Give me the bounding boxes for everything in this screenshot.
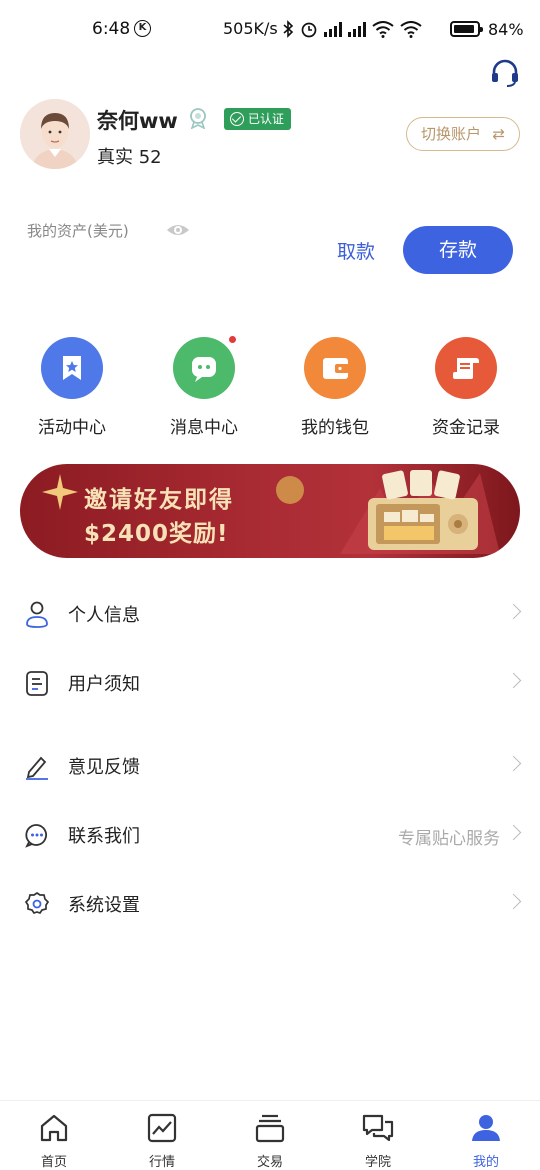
quick-fund-records[interactable]: 资金记录 xyxy=(406,337,526,438)
star-bookmark-icon xyxy=(41,337,103,399)
person-icon xyxy=(26,601,48,628)
quick-activity-center[interactable]: 活动中心 xyxy=(12,337,132,438)
bottom-tab-bar: 首页 行情 交易 学院 我的 xyxy=(0,1100,540,1170)
battery-icon xyxy=(450,21,483,37)
tab-label: 首页 xyxy=(40,1155,67,1170)
chevron-right-icon xyxy=(505,824,522,841)
user-icon xyxy=(472,1115,500,1141)
quick-message-center[interactable]: 消息中心 xyxy=(144,334,264,438)
network-speed: 505K/s xyxy=(223,19,278,38)
assets-label: 我的资产(美元) xyxy=(27,222,129,240)
status-time: 6:48 xyxy=(92,19,131,39)
menu-label: 意见反馈 xyxy=(68,757,140,778)
invite-banner[interactable]: 邀请好友即得 $2400奖励! xyxy=(20,464,520,558)
menu-user-notice[interactable]: 用户须知 xyxy=(0,653,540,713)
withdraw-button[interactable]: 取款 xyxy=(326,237,386,264)
wifi-icon xyxy=(400,20,422,38)
menu-feedback[interactable]: 意见反馈 xyxy=(0,736,540,796)
headset-icon[interactable] xyxy=(489,58,521,90)
gear-icon xyxy=(24,891,50,915)
tab-label: 我的 xyxy=(472,1155,499,1170)
home-icon xyxy=(40,1114,68,1142)
menu-personal-info[interactable]: 个人信息 xyxy=(0,584,540,644)
eye-icon[interactable] xyxy=(165,220,191,240)
quick-label: 资金记录 xyxy=(432,418,500,438)
chat-icon xyxy=(362,1114,394,1142)
menu-extra-text: 专属贴心服务 xyxy=(398,829,500,849)
banner-title: 邀请好友即得 xyxy=(84,487,234,513)
quick-label: 消息中心 xyxy=(170,418,238,438)
tab-mine[interactable]: 我的 xyxy=(446,1107,526,1170)
verified-badge: 已认证 xyxy=(224,108,291,130)
chat-bubble-icon xyxy=(173,334,238,399)
switch-account-button[interactable]: 切换账户 ⇄ xyxy=(406,117,520,151)
chevron-right-icon xyxy=(505,755,522,772)
avatar-face-icon xyxy=(20,99,90,169)
tab-academy[interactable]: 学院 xyxy=(338,1107,418,1170)
pencil-icon xyxy=(26,756,48,780)
menu-label: 系统设置 xyxy=(68,895,140,916)
menu-system-settings[interactable]: 系统设置 xyxy=(0,874,540,934)
safe-box-icon xyxy=(340,470,500,554)
layers-icon xyxy=(255,1114,285,1143)
tab-label: 学院 xyxy=(364,1155,391,1170)
wallet-icon xyxy=(304,337,366,399)
tab-trade[interactable]: 交易 xyxy=(230,1107,310,1170)
notice-doc-icon xyxy=(26,671,48,696)
tab-label: 交易 xyxy=(256,1155,283,1170)
quick-my-wallet[interactable]: 我的钱包 xyxy=(275,337,395,438)
chevron-right-icon xyxy=(505,603,522,620)
unread-dot xyxy=(227,334,238,345)
sparkle-icon xyxy=(42,474,78,510)
quick-label: 我的钱包 xyxy=(301,418,369,438)
switch-account-label: 切换账户 xyxy=(421,125,482,143)
user-name: 奈何ww xyxy=(97,109,178,133)
menu-label: 用户须知 xyxy=(68,674,140,695)
banner-reward: $2400奖励! xyxy=(84,521,229,547)
status-icons xyxy=(282,19,422,39)
signal-icon xyxy=(324,21,342,37)
chat-dots-icon xyxy=(25,824,47,848)
quick-label: 活动中心 xyxy=(38,418,106,438)
tab-home[interactable]: 首页 xyxy=(14,1107,94,1170)
chart-icon xyxy=(147,1113,177,1143)
gold-coin-icon xyxy=(276,476,304,504)
chevron-right-icon xyxy=(505,672,522,689)
chevron-right-icon xyxy=(505,893,522,910)
swap-arrows-icon: ⇄ xyxy=(492,125,505,143)
menu-label: 联系我们 xyxy=(68,826,140,847)
deposit-button[interactable]: 存款 xyxy=(403,226,513,274)
alarm-icon xyxy=(301,22,317,38)
account-type: 真实 52 xyxy=(97,147,162,168)
wifi-icon xyxy=(372,20,394,38)
ledger-icon xyxy=(435,337,497,399)
menu-contact-us[interactable]: 联系我们 专属贴心服务 xyxy=(0,805,540,865)
tab-market[interactable]: 行情 xyxy=(122,1107,202,1170)
battery-percent: 84% xyxy=(488,20,524,39)
menu-label: 个人信息 xyxy=(68,605,140,626)
tab-label: 行情 xyxy=(148,1155,175,1170)
bluetooth-icon xyxy=(283,20,294,38)
avatar[interactable] xyxy=(20,99,90,169)
medal-icon xyxy=(190,108,206,129)
status-bar: 6:48 K 505K/s 84% xyxy=(0,0,540,60)
signal-icon xyxy=(348,21,366,37)
verified-label: 已认证 xyxy=(248,112,285,126)
k-badge-icon: K xyxy=(134,20,151,37)
check-circle-icon xyxy=(230,112,244,126)
